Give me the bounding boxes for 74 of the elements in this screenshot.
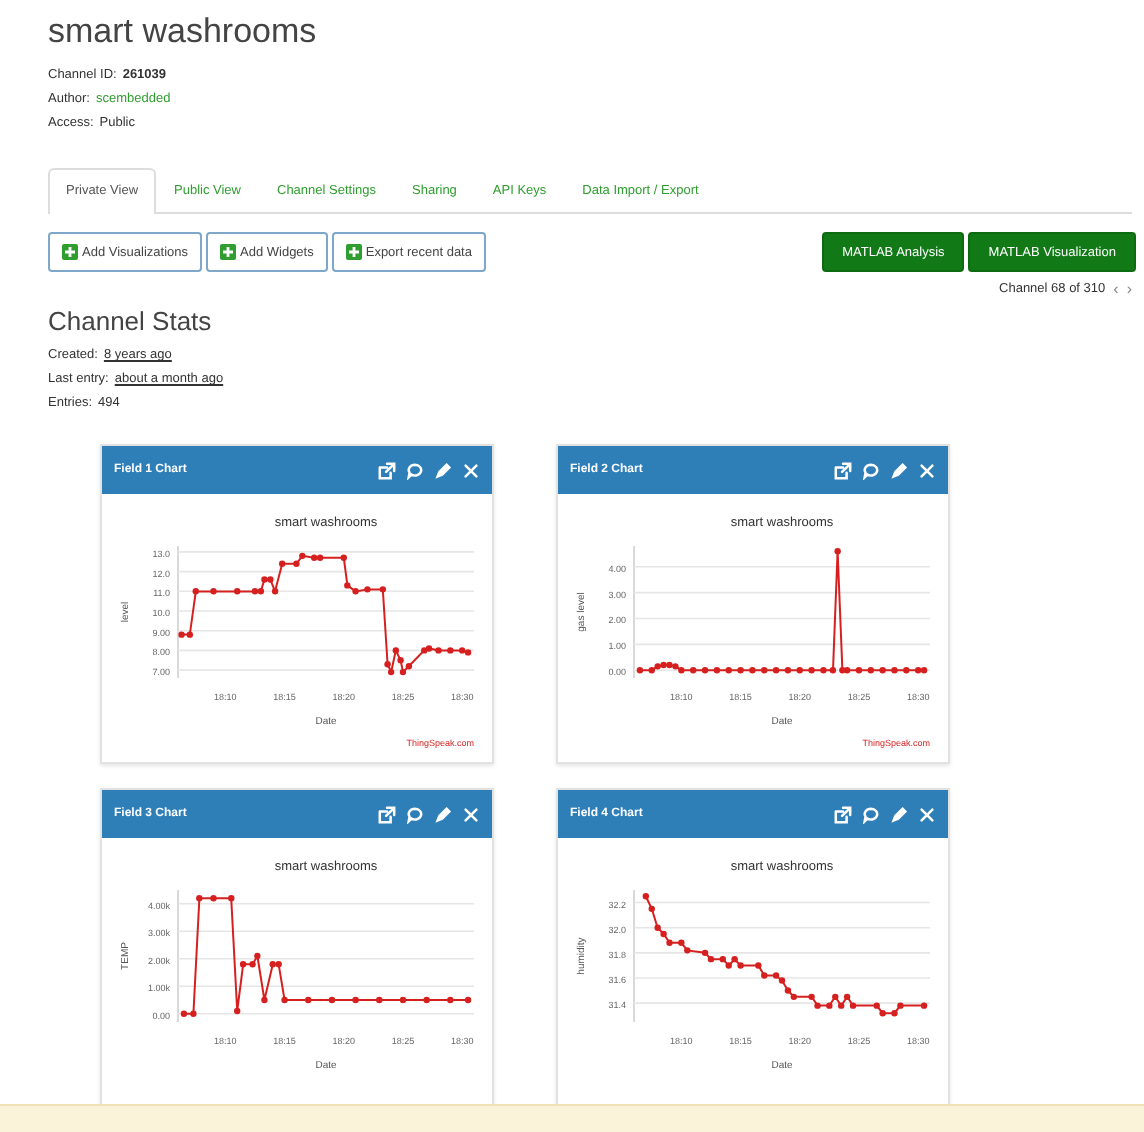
external-link-icon[interactable] [378, 461, 396, 479]
close-icon[interactable] [462, 805, 480, 823]
data-point [701, 667, 709, 674]
data-point [891, 667, 898, 674]
channel-title: smart washrooms [48, 12, 319, 52]
data-point [305, 996, 312, 1004]
data-point [903, 667, 910, 674]
y-axis-line [177, 545, 179, 679]
data-point [279, 560, 286, 567]
external-link-icon[interactable] [834, 805, 852, 823]
data-point [376, 996, 383, 1004]
close-icon[interactable] [918, 461, 936, 479]
data-point [340, 554, 347, 561]
data-point [352, 996, 359, 1004]
comment-icon[interactable] [406, 805, 424, 823]
data-point [234, 1007, 241, 1015]
external-link-icon[interactable] [834, 461, 852, 479]
data-point [855, 667, 863, 674]
close-icon[interactable] [462, 461, 480, 479]
pencil-icon[interactable] [890, 461, 908, 479]
comment-icon[interactable] [862, 461, 880, 479]
data-point [867, 667, 874, 674]
y-axis-line [633, 545, 635, 679]
data-point [642, 893, 650, 900]
comment-icon[interactable] [406, 461, 424, 479]
data-point [234, 588, 241, 595]
next-channel-link[interactable]: › [1126, 280, 1132, 298]
data-point [210, 895, 217, 902]
pencil-icon[interactable] [434, 461, 452, 479]
data-point [636, 667, 644, 674]
data-point [808, 667, 815, 674]
data-point [737, 667, 744, 674]
data-point [392, 647, 400, 654]
data-point [281, 996, 288, 1004]
data-point [192, 588, 199, 595]
comment-icon[interactable] [862, 805, 880, 823]
close-icon[interactable] [918, 805, 936, 823]
data-point [784, 667, 792, 674]
plus-icon [220, 244, 236, 260]
data-point [447, 996, 454, 1004]
data-point [464, 996, 472, 1004]
data-point [713, 667, 721, 674]
data-point [447, 647, 454, 654]
data-point [796, 667, 803, 674]
data-point [834, 548, 841, 555]
external-link-icon[interactable] [378, 805, 396, 823]
pencil-icon[interactable] [890, 805, 908, 823]
y-axis-line [633, 889, 635, 1023]
y-axis-line [177, 889, 179, 1023]
previous-channel-link[interactable]: ‹ [1113, 280, 1119, 298]
data-point [271, 588, 279, 595]
data-point [423, 996, 430, 1004]
data-point [364, 586, 371, 593]
data-point [749, 667, 756, 674]
plus-icon [345, 244, 362, 260]
data-point [725, 667, 732, 674]
data-point [399, 996, 407, 1004]
data-point [879, 667, 886, 674]
data-point [196, 895, 203, 902]
pencil-icon[interactable] [434, 805, 452, 823]
plus-icon [62, 244, 78, 260]
data-point [648, 905, 655, 913]
data-point [761, 667, 768, 674]
data-point [761, 972, 768, 979]
data-point [755, 962, 762, 969]
data-point [920, 1002, 928, 1009]
data-point [690, 667, 697, 674]
data-point [228, 895, 235, 902]
data-point [772, 667, 780, 674]
data-point [261, 996, 268, 1004]
data-point [328, 996, 336, 1004]
data-point [210, 588, 217, 595]
data-point [379, 586, 387, 593]
section-title: Channel Stats [48, 306, 214, 336]
